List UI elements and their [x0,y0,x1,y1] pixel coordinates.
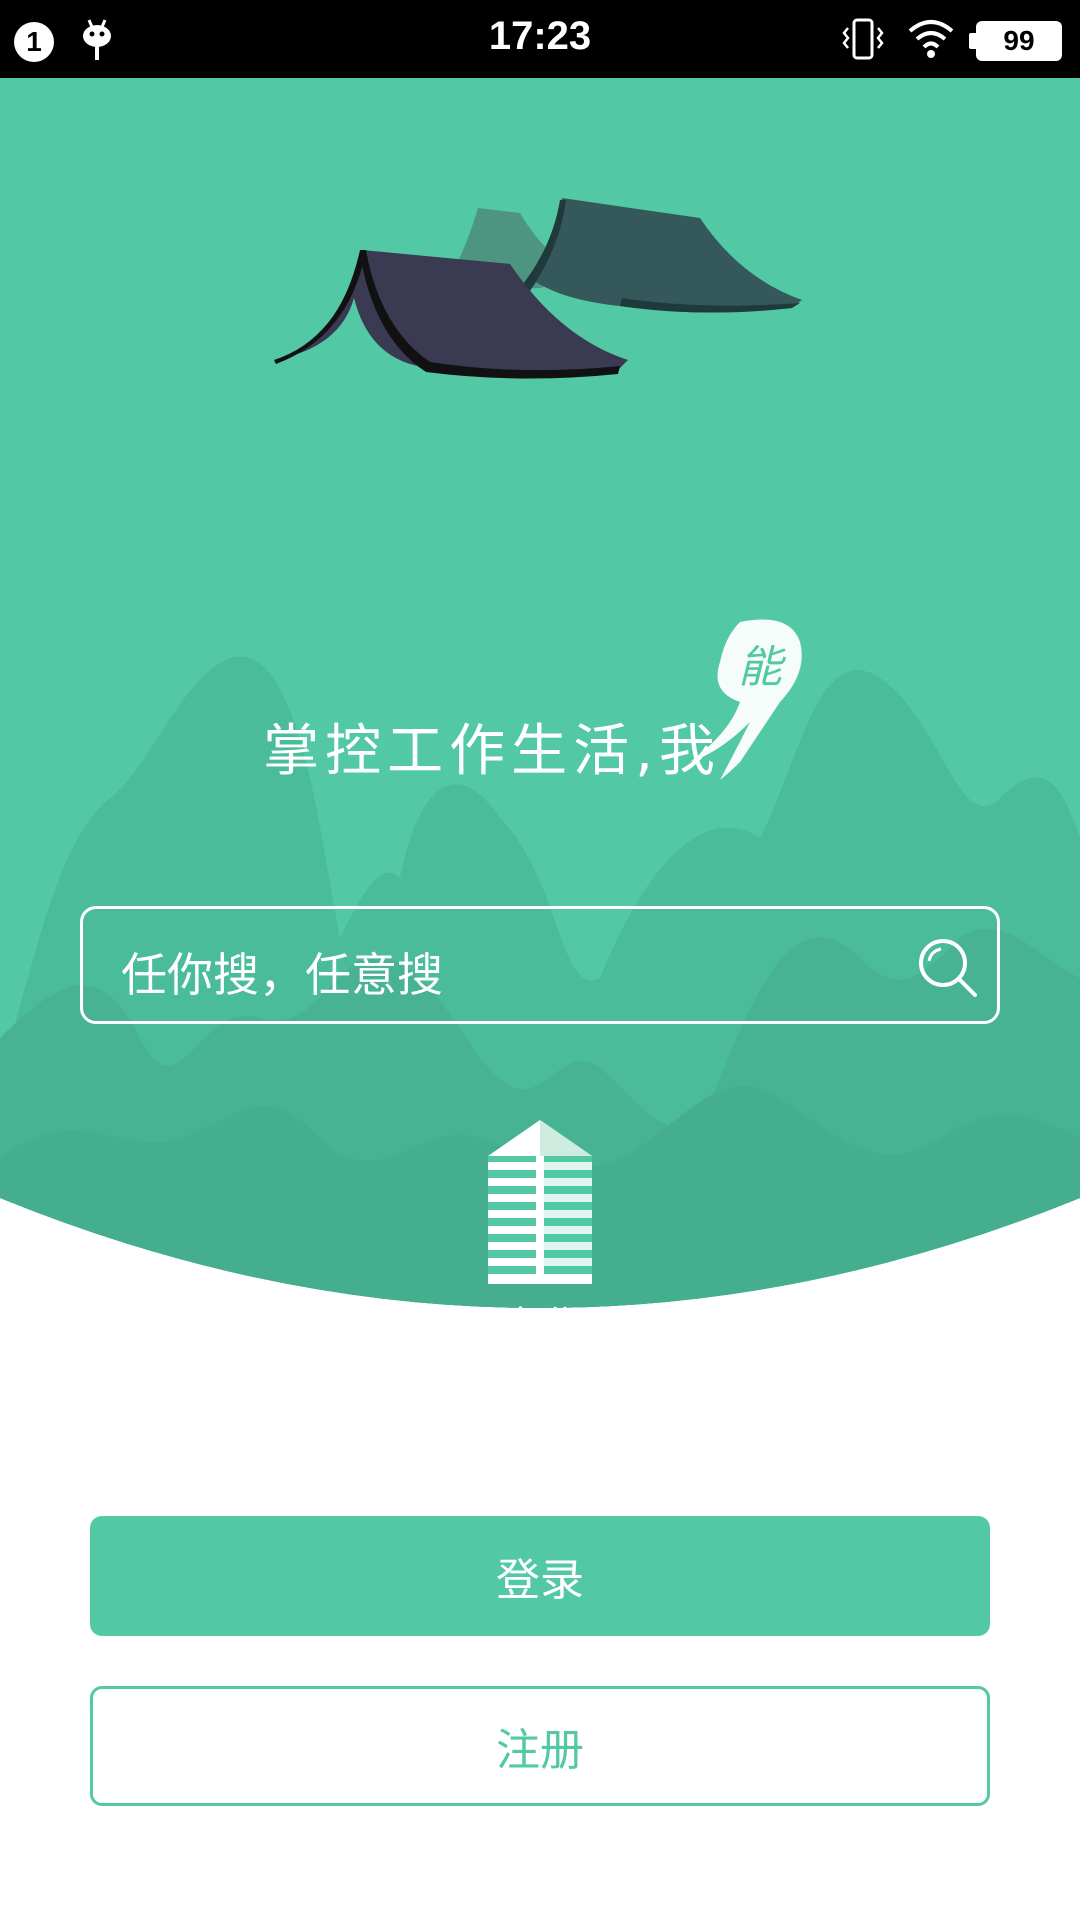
slogan-text: 掌控工作生活,我 [263,719,721,784]
battery-icon: 99 [969,21,1062,61]
hero-banner: 掌控工作生活,我 能 任你搜，任意搜 企业 [0,78,1080,1350]
wifi-icon [908,19,954,63]
calligraphy-mark: 能 [690,619,802,780]
register-label: 注册 [496,1725,584,1776]
search-icon[interactable] [915,935,981,1001]
login-label: 登录 [496,1555,584,1606]
search-placeholder: 任你搜，任意搜 [121,948,443,1002]
calligraphy-char: 能 [738,642,787,693]
status-bar-right: 99 [840,16,1062,66]
register-button[interactable]: 注册 [90,1686,990,1806]
category-label: 企业 [500,1304,580,1350]
slogan: 掌控工作生活,我 [0,706,1080,787]
building-icon [480,1120,600,1288]
search-input[interactable]: 任你搜，任意搜 [80,906,1000,1024]
app-screen: 1 17:23 99 掌控工作生活,我 能 任你搜，任意搜 企业 登录 注册 [0,0,1080,1920]
login-button[interactable]: 登录 [90,1516,990,1636]
category-enterprise[interactable]: 企业 [440,1120,640,1352]
status-bar: 1 17:23 99 [0,0,1080,78]
vibrate-icon [840,16,886,66]
